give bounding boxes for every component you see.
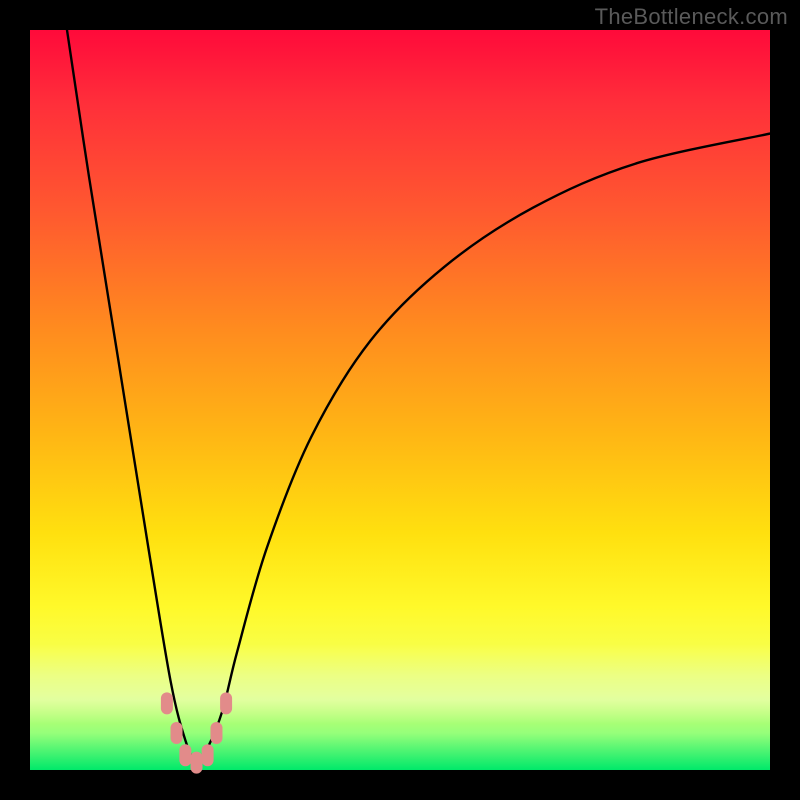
trough-marker bbox=[202, 744, 214, 766]
trough-marker bbox=[191, 752, 203, 774]
trough-marker bbox=[161, 692, 173, 714]
trough-marker bbox=[171, 722, 183, 744]
bottleneck-curve bbox=[67, 30, 770, 763]
trough-marker bbox=[179, 744, 191, 766]
plot-area bbox=[30, 30, 770, 770]
curve-layer bbox=[30, 30, 770, 770]
watermark-text: TheBottleneck.com bbox=[595, 4, 788, 30]
trough-marker bbox=[210, 722, 222, 744]
chart-frame: TheBottleneck.com bbox=[0, 0, 800, 800]
trough-markers bbox=[161, 692, 232, 773]
trough-marker bbox=[220, 692, 232, 714]
